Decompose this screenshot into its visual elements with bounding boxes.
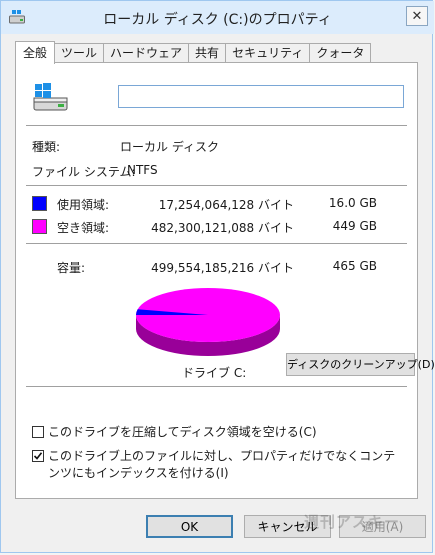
compress-checkbox[interactable] [32,426,44,438]
index-label: このドライブ上のファイルに対し、プロパティだけでなくコンテンツにもインデックスを… [48,449,396,480]
drive-label: ドライブ C: [182,366,247,380]
free-space-size: 449 GB [332,219,377,233]
ok-button[interactable]: OK [146,515,233,538]
capacity-bytes: 499,554,185,216 バイト [151,261,294,275]
index-option[interactable]: このドライブ上のファイルに対し、プロパティだけでなくコンテンツにもインデックスを… [32,448,404,482]
used-space-bytes: 17,254,064,128 バイト [158,198,294,212]
checkmark-icon [33,452,43,460]
used-space-size: 16.0 GB [328,196,377,210]
tab-sharing[interactable]: 共有 [188,43,227,63]
close-icon: ✕ [411,8,423,24]
watermark: 週刊アスキー [303,513,400,531]
capacity-size: 465 GB [332,259,377,273]
capacity-label: 容量: [57,261,86,275]
type-value: ローカル ディスク [120,140,219,154]
tab-security[interactable]: セキュリティ [225,43,311,63]
window-title: ローカル ディスク (C:)のプロパティ [103,12,332,28]
type-label: 種類: [32,140,61,154]
free-space-bytes: 482,300,121,088 バイト [151,221,294,235]
windows-drive-icon [33,83,68,111]
compress-label: このドライブを圧縮してディスク領域を空ける(C) [48,425,317,439]
tab-quota[interactable]: クォータ [309,43,372,63]
tab-general[interactable]: 全般 [15,41,56,64]
used-space-label: 使用領域: [57,198,110,212]
tab-hardware[interactable]: ハードウェア [103,43,190,63]
compress-option[interactable]: このドライブを圧縮してディスク領域を空ける(C) [32,424,317,441]
tab-strip: 全般 ツール ハードウェア 共有 セキュリティ クォータ [15,41,372,64]
properties-dialog: ローカル ディスク (C:)のプロパティ ✕ 全般 ツール ハードウェア 共有 … [0,0,435,553]
divider [26,185,407,186]
filesystem-value: NTFS [127,163,158,177]
divider [26,243,407,244]
used-space-swatch [32,196,47,211]
divider [26,386,407,387]
free-space-swatch [32,219,47,234]
index-checkbox[interactable] [32,450,44,462]
disk-usage-pie [136,288,280,356]
divider [26,125,407,126]
close-button[interactable]: ✕ [406,6,428,26]
drive-name-input[interactable] [118,85,404,108]
disk-cleanup-button[interactable]: ディスクのクリーンアップ(D) [286,353,435,376]
general-panel: 種類: ローカル ディスク ファイル システム: NTFS 使用領域: 17,2… [15,62,435,499]
tab-tools[interactable]: ツール [54,43,105,63]
title-bar[interactable]: ローカル ディスク (C:)のプロパティ ✕ [1,1,434,34]
free-space-label: 空き領域: [57,221,110,235]
filesystem-label: ファイル システム: [32,165,136,179]
